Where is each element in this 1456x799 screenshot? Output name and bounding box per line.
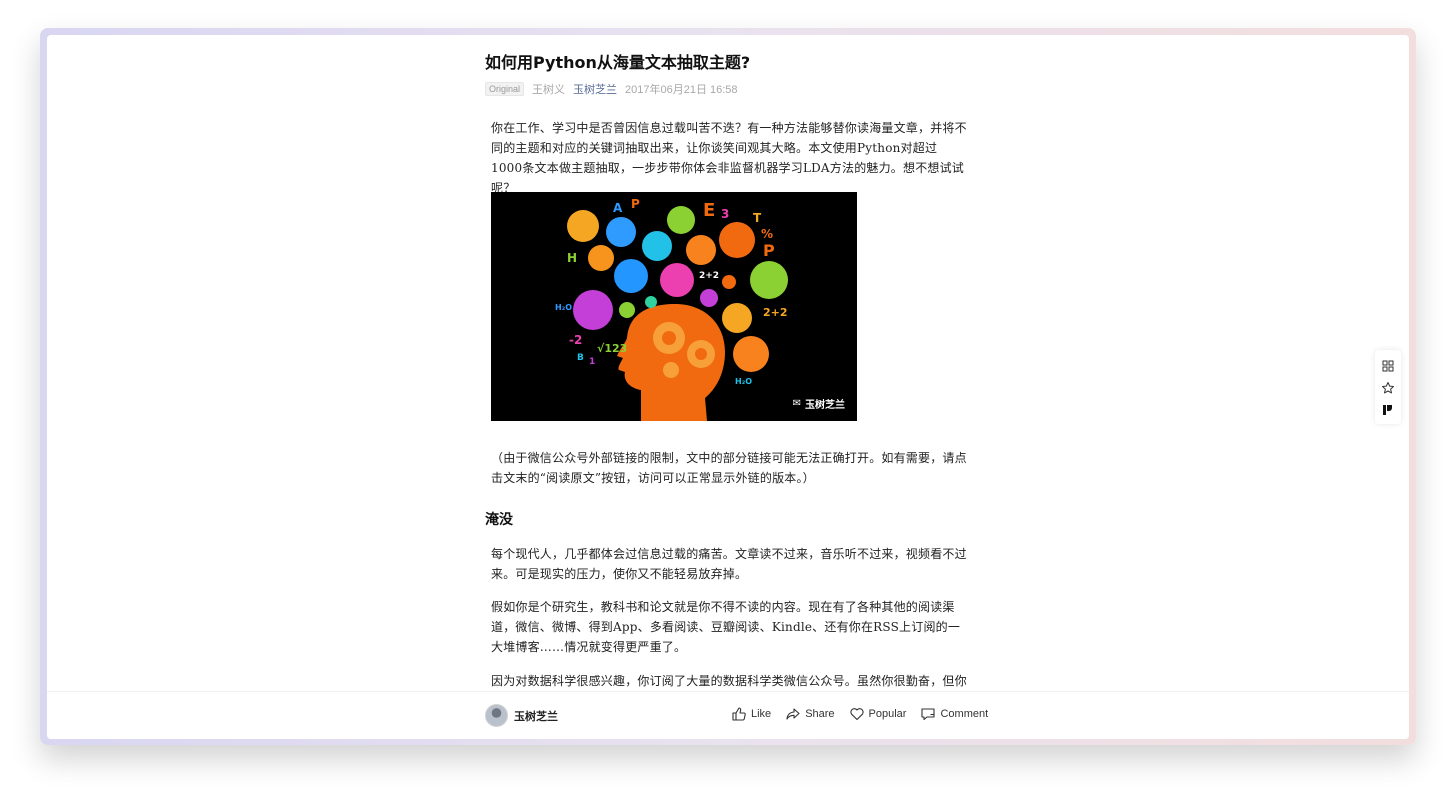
- cover-watermark: ✉ 玉树芝兰: [793, 396, 845, 411]
- article-title: 如何用Python从海量文本抽取主题?: [485, 53, 751, 72]
- section-heading: 淹没: [485, 512, 513, 528]
- svg-text:E: E: [703, 200, 715, 221]
- globe-bubble: [722, 303, 752, 333]
- heart-icon: [849, 708, 864, 721]
- avatar[interactable]: [485, 704, 508, 727]
- svg-text:P: P: [631, 197, 640, 211]
- share-arrow-icon: [786, 708, 800, 720]
- article-meta: Original 王树义 玉树芝兰 2017年06月21日 16:58: [485, 81, 738, 97]
- svg-text:B: B: [577, 353, 584, 363]
- link-notice-paragraph: （由于微信公众号外部链接的限制，文中的部分链接可能无法正确打开。如有需要，请点击…: [491, 451, 967, 485]
- comment-button[interactable]: Comment: [920, 706, 988, 722]
- body-paragraph-2: 假如你是个研究生，教科书和论文就是你不得不读的内容。现在有了各种其他的阅读渠道，…: [491, 600, 961, 654]
- bulb-bubble: [588, 245, 614, 271]
- flask-bubble: [667, 206, 695, 234]
- telescope-bubble: [719, 222, 755, 258]
- bottom-author-name[interactable]: 玉树芝兰: [514, 708, 558, 724]
- svg-text:3: 3: [721, 207, 729, 221]
- like-button[interactable]: Like: [731, 706, 771, 722]
- body-paragraph-1: 每个现代人，几乎都体会过信息过载的痛苦。文章读不过来，音乐听不过来，视频看不过来…: [491, 547, 967, 581]
- svg-text:2+2: 2+2: [699, 271, 719, 281]
- account-link[interactable]: 玉树芝兰: [573, 81, 617, 97]
- bottom-action-bar: 玉树芝兰 Like Share Popular Comment: [47, 691, 1409, 739]
- svg-text:P: P: [763, 241, 775, 260]
- grid-icon[interactable]: [1381, 358, 1395, 372]
- thumbs-up-icon: [732, 707, 746, 721]
- popular-label: Popular: [868, 708, 907, 720]
- svg-text:%: %: [761, 227, 773, 241]
- cube-bubble: [660, 263, 694, 297]
- svg-text:-2: -2: [569, 333, 582, 347]
- board-bubble: [606, 217, 636, 247]
- article-container[interactable]: 如何用Python从海量文本抽取主题? Original 王树义 玉树芝兰 20…: [485, 35, 975, 691]
- body-paragraph-3: 因为对数据科学很感兴趣，你订阅了大量的数据科学类微信公众号。虽然你很勤奋，但你: [491, 674, 967, 688]
- runner-bubble: [733, 336, 769, 372]
- svg-text:1: 1: [589, 357, 595, 367]
- star-icon[interactable]: [1381, 380, 1395, 394]
- side-toolbar: [1375, 350, 1401, 424]
- svg-text:√123: √123: [597, 342, 627, 355]
- svg-text:H₂O: H₂O: [555, 303, 572, 312]
- svg-text:2+2: 2+2: [763, 306, 788, 319]
- popular-button[interactable]: Popular: [849, 706, 907, 722]
- like-label: Like: [751, 708, 772, 720]
- palette-bubble: [567, 210, 599, 242]
- music-bubble: [642, 231, 672, 261]
- atom-bubble: [573, 290, 613, 330]
- comment-label: Comment: [940, 708, 989, 720]
- svg-text:A: A: [613, 201, 623, 215]
- dna-bubble: [614, 259, 648, 293]
- publish-datetime: 2017年06月21日 16:58: [625, 84, 738, 96]
- cover-image: A P E 3 T % H P 2+2 2+2 -2 √123 B 1 H₂O …: [491, 192, 857, 421]
- brand-logo-icon[interactable]: [1381, 402, 1395, 416]
- svg-text:H₂O: H₂O: [735, 377, 752, 386]
- svg-text:T: T: [753, 211, 762, 225]
- gear-small: [663, 362, 679, 378]
- original-tag: Original: [485, 82, 525, 96]
- author-name: 王树义: [532, 84, 566, 96]
- watermark-text: 玉树芝兰: [805, 400, 845, 411]
- svg-text:H: H: [567, 251, 577, 265]
- reader-window: 如何用Python从海量文本抽取主题? Original 王树义 玉树芝兰 20…: [47, 35, 1409, 739]
- comment-bubble-icon: [921, 708, 936, 721]
- share-button[interactable]: Share: [785, 706, 835, 722]
- share-label: Share: [805, 708, 835, 720]
- edit-bubble: [686, 235, 716, 265]
- microscope-bubble: [750, 261, 788, 299]
- intro-paragraph: 你在工作、学习中是否曾因信息过载叫苦不迭？有一种方法能够替你读海量文章，并将不同…: [491, 121, 967, 195]
- bottom-author[interactable]: 玉树芝兰: [485, 704, 558, 727]
- wechat-icon: ✉: [792, 398, 801, 409]
- action-group: Like Share Popular Comment: [731, 706, 988, 722]
- cover-illustration: A P E 3 T % H P 2+2 2+2 -2 √123 B 1 H₂O …: [555, 197, 788, 421]
